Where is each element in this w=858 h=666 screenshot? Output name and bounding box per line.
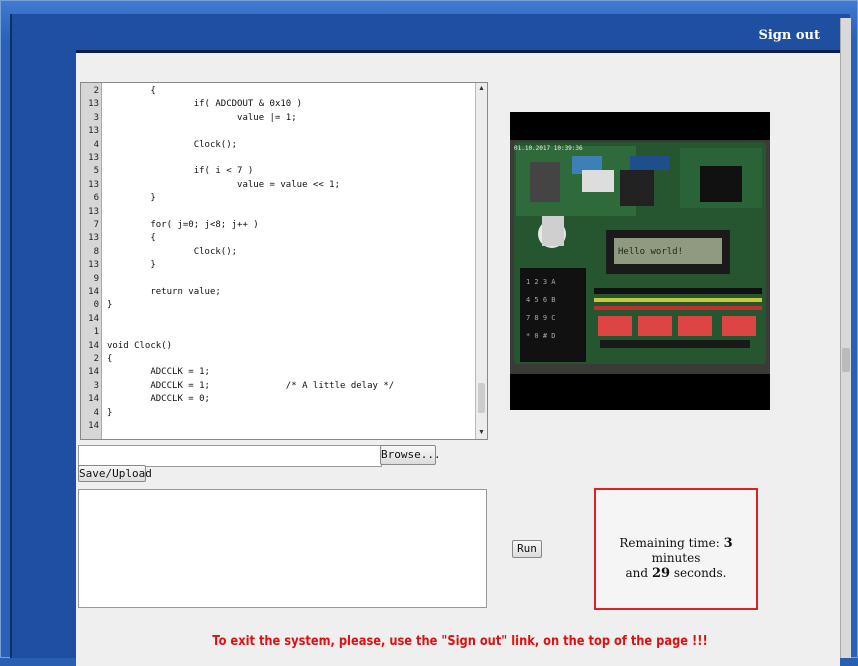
svg-text:* 0 # D: * 0 # D — [526, 332, 556, 340]
save-upload-button[interactable]: Save/Upload — [78, 465, 152, 482]
code-line: ADCCLK = 1; — [107, 367, 210, 378]
code-line: { — [107, 233, 156, 244]
line-number: 7 — [93, 220, 99, 230]
remaining-time-text: Remaining time: 3 minutes and 29 seconds… — [596, 536, 756, 581]
code-line: } — [107, 407, 113, 418]
page-scrollbar-thumb[interactable] — [842, 348, 850, 372]
line-number: 1 — [93, 327, 99, 338]
line-number: 13 — [88, 126, 99, 137]
sign-out-link[interactable]: Sign out — [758, 28, 820, 43]
editor-scrollbar-thumb[interactable] — [478, 383, 485, 413]
output-textarea[interactable] — [78, 489, 487, 608]
code-line: if( ADCDOUT & 0x10 ) — [107, 99, 303, 110]
code-editor[interactable]: 2 13 3 13 4 13 5 13 6 13 7 13 8 13 9 14 0 14 1 14 2 14 3 14 4 14 … — [80, 82, 488, 440]
timer-and: and — [625, 566, 649, 580]
line-number: 3 — [93, 112, 99, 123]
code-line: void Clock() — [107, 340, 173, 351]
code-line: return value; — [107, 287, 221, 297]
page-scrollbar[interactable] — [840, 18, 851, 658]
line-number: 6 — [93, 193, 99, 204]
code-line: value = value << 1; — [107, 179, 340, 190]
line-number: 14 — [88, 340, 99, 351]
line-number: 2 — [93, 86, 99, 96]
timer-minutes-unit: minutes — [651, 551, 701, 565]
code-line: value |= 1; — [107, 112, 297, 123]
code-line: { — [107, 354, 113, 364]
lcd-text: Hello world! — [618, 247, 683, 257]
code-line: for( j=0; j<8; j++ ) — [107, 220, 259, 230]
code-line: ADCCLK = 1; /* A little delay */ — [107, 380, 395, 391]
code-line: if( i < 7 ) — [107, 166, 254, 177]
camera-feed: Hello world! 1 2 3 A 4 5 6 B 7 8 9 C * 0… — [510, 112, 770, 410]
timer-seconds: 29 — [651, 566, 671, 581]
line-number: 13 — [88, 260, 99, 271]
line-number: 0 — [93, 300, 99, 311]
line-number: 13 — [88, 179, 99, 190]
timer-seconds-unit: seconds. — [673, 566, 727, 580]
editor-scrollbar[interactable]: ▲ ▼ — [475, 83, 487, 439]
code-line: { — [107, 86, 156, 96]
line-number: 14 — [88, 394, 99, 405]
file-path-input[interactable] — [78, 445, 382, 467]
line-number: 4 — [93, 139, 99, 150]
svg-text:1 2 3 A: 1 2 3 A — [526, 278, 556, 286]
line-number: 9 — [93, 273, 99, 284]
timer-prefix: Remaining time: — [619, 536, 720, 550]
line-number: 14 — [88, 287, 99, 297]
code-line: Clock(); — [107, 246, 238, 257]
line-number: 8 — [93, 246, 99, 257]
line-number-gutter: 2 13 3 13 4 13 5 13 6 13 7 13 8 13 9 14 0 14 1 14 2 14 3 14 4 14 — [81, 83, 102, 439]
line-number: 2 — [93, 354, 99, 364]
line-number: 14 — [88, 367, 99, 378]
line-number: 13 — [88, 206, 99, 217]
exit-notice: To exit the system, please, use the "Sig… — [212, 634, 708, 649]
code-line: Clock(); — [107, 139, 238, 150]
scroll-up-icon[interactable]: ▲ — [477, 84, 486, 94]
browse-button[interactable]: Browse... — [380, 445, 441, 465]
line-number: 3 — [93, 380, 99, 391]
line-number: 13 — [88, 153, 99, 163]
scroll-down-icon[interactable]: ▼ — [477, 428, 486, 438]
header-bar: Sign out — [76, 18, 840, 53]
board-image: Hello world! 1 2 3 A 4 5 6 B 7 8 9 C * 0… — [510, 112, 770, 410]
timer-minutes: 3 — [723, 536, 733, 551]
code-line: } — [107, 193, 156, 204]
line-number: 14 — [88, 313, 99, 324]
svg-text:4 5 6 B: 4 5 6 B — [526, 296, 556, 304]
line-number: 5 — [93, 166, 99, 177]
line-number: 14 — [88, 421, 99, 431]
code-line: ADCCLK = 0; — [107, 394, 210, 405]
svg-text:7 8 9 C: 7 8 9 C — [526, 314, 556, 322]
remaining-time-box: Remaining time: 3 minutes and 29 seconds… — [594, 488, 758, 610]
line-number: 4 — [93, 407, 99, 418]
line-number: 13 — [88, 99, 99, 110]
camera-timestamp: 01.10.2017 10:39:36 — [514, 145, 583, 152]
line-number: 13 — [88, 233, 99, 244]
run-button[interactable]: Run — [512, 540, 542, 558]
code-line: } — [107, 300, 113, 311]
code-line: } — [107, 260, 156, 271]
